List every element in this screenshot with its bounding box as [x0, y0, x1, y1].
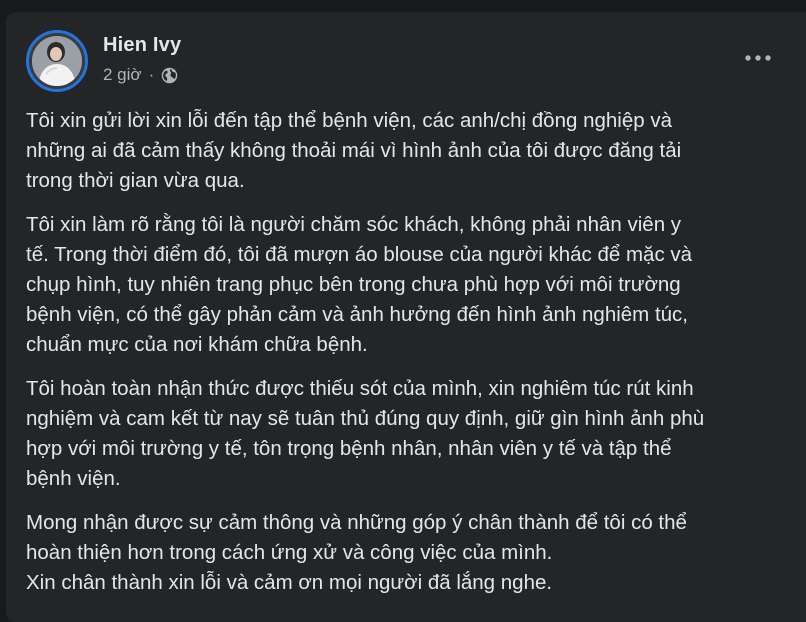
- avatar-photo: [32, 36, 82, 86]
- post-card: Hien Ivy 2 giờ · Tôi xin gửi lời xin lỗi…: [6, 12, 806, 622]
- post-timestamp[interactable]: 2 giờ: [103, 65, 142, 85]
- avatar[interactable]: [26, 30, 88, 92]
- globe-icon[interactable]: [161, 67, 178, 84]
- more-options-button[interactable]: [738, 44, 778, 72]
- post-paragraph: Tôi hoàn toàn nhận thức được thiếu sót c…: [26, 377, 705, 490]
- post-paragraph: Mong nhận được sự cảm thông và những góp…: [26, 511, 687, 594]
- post-paragraph: Tôi xin gửi lời xin lỗi đến tập thể bệnh…: [26, 109, 682, 192]
- post-meta: 2 giờ ·: [103, 64, 178, 86]
- meta-separator: ·: [148, 65, 155, 84]
- more-horizontal-icon: [744, 49, 772, 67]
- author-name[interactable]: Hien Ivy: [103, 34, 181, 57]
- post-paragraph: Tôi xin làm rõ rằng tôi là người chăm só…: [26, 213, 693, 356]
- post-body: Tôi xin gửi lời xin lỗi đến tập thể bệnh…: [26, 106, 786, 612]
